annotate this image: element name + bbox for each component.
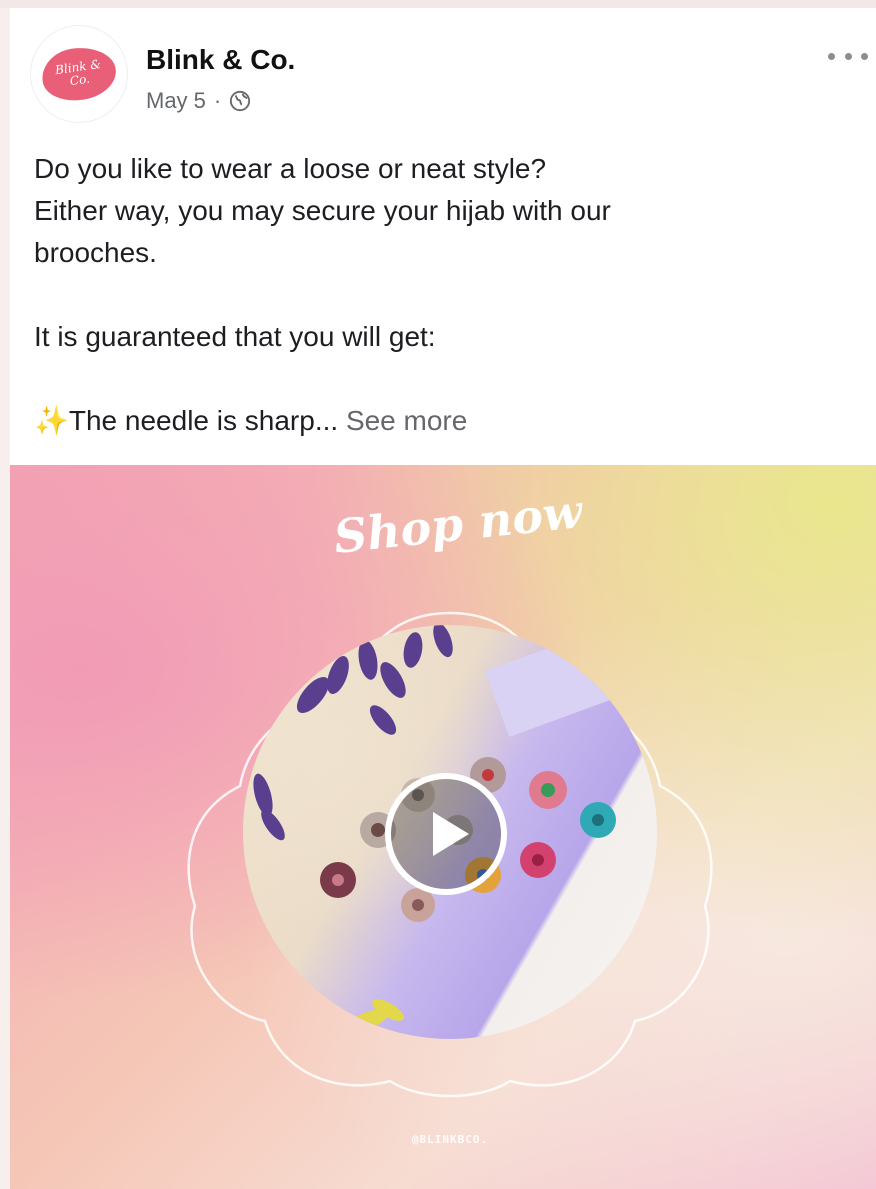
more-options-icon[interactable] (828, 46, 868, 66)
page-name[interactable]: Blink & Co. (146, 44, 295, 76)
post-caption: Do you like to wear a loose or neat styl… (34, 148, 854, 442)
sparkle-icon: ✨ (34, 405, 69, 436)
caption-line: Do you like to wear a loose or neat styl… (34, 153, 547, 184)
top-edge (0, 0, 876, 8)
video-media[interactable]: Shop now @BLINKBCO. (10, 465, 876, 1189)
post-meta: May 5 · (146, 88, 251, 114)
page-avatar[interactable]: Blink & Co. (30, 25, 128, 123)
facebook-post: Blink & Co. Blink & Co. May 5 · Do you li… (10, 8, 876, 1189)
meta-separator: · (213, 88, 222, 113)
caption-line: Either way, you may secure your hijab wi… (34, 195, 611, 226)
caption-line: It is guaranteed that you will get: (34, 321, 436, 352)
caption-ellipsis: ... (314, 405, 339, 436)
post-header: Blink & Co. Blink & Co. May 5 · (10, 8, 876, 128)
instagram-handle: @BLINKBCO. (411, 1133, 489, 1146)
globe-icon[interactable] (229, 90, 251, 112)
avatar-logo: Blink & Co. (38, 43, 120, 105)
shop-now-title: Shop now (331, 484, 585, 564)
caption-line: brooches. (34, 237, 157, 268)
caption-line-sparkle: ✨The needle is sharp... See more (34, 400, 854, 442)
post-date[interactable]: May 5 (146, 88, 206, 114)
caption-text: The needle is sharp (68, 405, 315, 436)
play-triangle (433, 812, 469, 856)
play-icon[interactable] (385, 773, 507, 895)
see-more-link[interactable]: See more (346, 405, 467, 436)
